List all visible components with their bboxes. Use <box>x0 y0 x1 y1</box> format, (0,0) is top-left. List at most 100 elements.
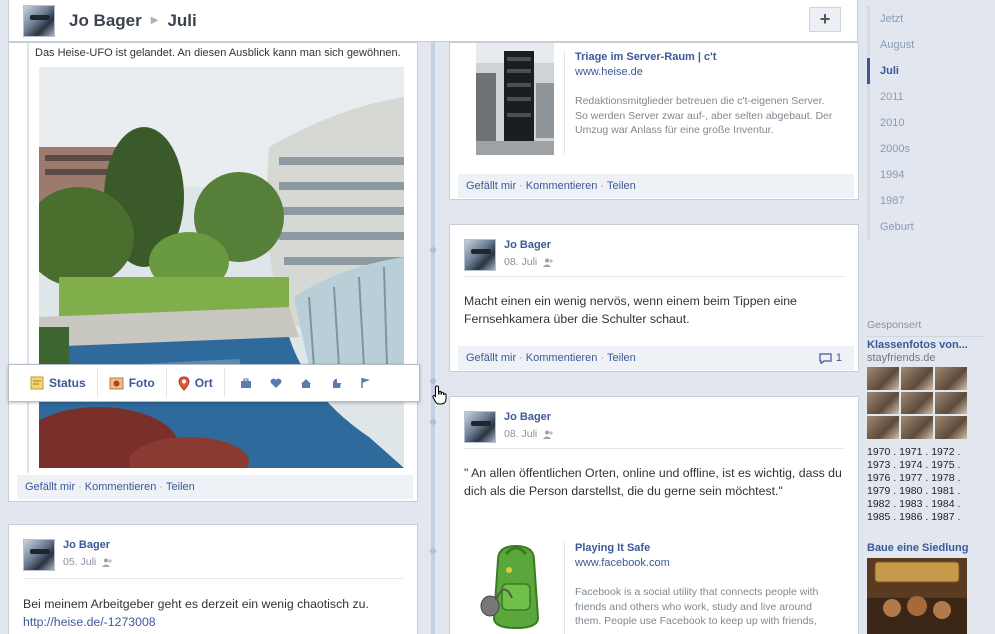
ort-label: Ort <box>194 376 213 390</box>
post-text: Bei meinem Arbeitgeber geht es derzeit e… <box>23 595 403 631</box>
ad-years-line: 1982 . 1983 . 1984 . <box>867 498 961 510</box>
separator: · <box>519 352 523 364</box>
timeline-nav-item[interactable]: 2000s <box>867 136 977 162</box>
thumb-icon[interactable] <box>321 377 351 389</box>
briefcase-icon[interactable] <box>231 378 261 389</box>
post-card-camera: Jo Bager 08. Juli Macht einen ein wenig … <box>449 224 859 372</box>
post-date-text: 08. Juli <box>504 256 538 268</box>
post-card-work: Jo Bager 05. Juli Bei meinem Arbeitgeber… <box>8 524 418 634</box>
divider <box>867 336 985 337</box>
share-post-card: Triage im Server-Raum | c't www.heise.de… <box>449 42 859 200</box>
timeline-nav-item-active[interactable]: Juli <box>867 58 977 84</box>
sponsored-label: Gesponsert <box>867 319 922 331</box>
ad-years-line: 1976 . 1977 . 1978 . <box>867 472 961 484</box>
ad-years[interactable]: 1970 . 1971 . 1972 . 1973 . 1974 . 1975 … <box>867 446 960 524</box>
timeline-nav-item[interactable]: Jetzt <box>867 6 977 32</box>
backpack-thumbnail[interactable] <box>476 540 554 634</box>
comment-count[interactable]: 1 <box>819 352 842 364</box>
share-description: Redaktionsmitglieder betreuen die c't-ei… <box>575 95 833 136</box>
timeline-header: Jo Bager ▶ Juli + <box>8 0 858 42</box>
location-pin-icon <box>178 375 190 391</box>
author-avatar[interactable] <box>464 239 496 271</box>
separator: · <box>600 352 605 364</box>
comment-bubble-icon <box>819 352 832 364</box>
post-date[interactable]: 08. Juli <box>504 256 554 268</box>
post-photo[interactable] <box>39 67 404 468</box>
timeline-nav-item[interactable]: 1987 <box>867 188 977 214</box>
share-link[interactable]: Teilen <box>607 180 636 192</box>
ad-years-line: 1985 . 1986 . 1987 . <box>867 511 961 523</box>
ad-url[interactable]: stayfriends.de <box>867 352 935 364</box>
photo-post-card: Das Heise-UFO ist gelandet. An diesen Au… <box>8 42 418 502</box>
ad-title[interactable]: Baue eine Siedlung <box>867 542 968 554</box>
ort-button[interactable]: Ort <box>167 369 225 397</box>
share-url[interactable]: www.heise.de <box>575 66 834 78</box>
timeline-nav-item[interactable]: 2010 <box>867 110 977 136</box>
share-thumbnail[interactable] <box>476 43 554 155</box>
status-button[interactable]: Status <box>19 369 98 397</box>
author-avatar[interactable] <box>464 411 496 443</box>
share-post-actions: Gefällt mir · Kommentieren · Teilen <box>458 174 854 198</box>
separator: · <box>519 180 523 192</box>
divider <box>27 43 29 473</box>
camera-post-actions: Gefällt mir · Kommentieren · Teilen 1 <box>458 346 854 370</box>
status-label: Status <box>49 376 86 390</box>
ad-years-line: 1973 . 1974 . 1975 . <box>867 459 961 471</box>
post-link[interactable]: http://heise.de/-1273008 <box>23 615 156 629</box>
timeline-dot <box>430 548 436 554</box>
ad-photo-grid[interactable] <box>867 367 967 439</box>
share-content: Triage im Server-Raum | c't www.heise.de… <box>564 51 834 155</box>
timeline-nav-item[interactable]: August <box>867 32 977 58</box>
timeline-nav-item[interactable]: 1994 <box>867 162 977 188</box>
separator: · <box>600 180 605 192</box>
post-date-text: 08. Juli <box>504 428 538 440</box>
author-avatar[interactable] <box>23 539 55 571</box>
timeline-publisher: Status Foto Ort <box>8 364 420 402</box>
link-description: Facebook is a social utility that connec… <box>575 586 819 627</box>
post-card-quote: Jo Bager 08. Juli " An allen öffentliche… <box>449 396 859 634</box>
ad-image[interactable] <box>867 558 967 634</box>
profile-name[interactable]: Jo Bager <box>69 11 142 31</box>
ad-years-line: 1979 . 1980 . 1981 . <box>867 485 961 497</box>
divider <box>23 578 403 579</box>
share-title[interactable]: Triage im Server-Raum | c't <box>575 51 834 63</box>
profile-avatar[interactable] <box>23 4 55 37</box>
flag-icon[interactable] <box>351 377 381 389</box>
divider <box>464 448 844 449</box>
friends-icon <box>543 258 553 267</box>
post-date[interactable]: 08. Juli <box>504 428 554 440</box>
post-date-text: 05. Juli <box>63 556 97 568</box>
ad-years-line: 1970 . 1971 . 1972 . <box>867 446 961 458</box>
friends-icon <box>543 430 553 439</box>
post-body: Bei meinem Arbeitgeber geht es derzeit e… <box>23 597 369 611</box>
share-link[interactable]: Teilen <box>607 352 636 364</box>
separator: · <box>159 481 164 493</box>
like-link[interactable]: Gefällt mir <box>25 481 75 493</box>
post-header: Jo Bager 08. Juli <box>464 239 554 271</box>
comment-link[interactable]: Kommentieren <box>85 481 157 493</box>
comment-link[interactable]: Kommentieren <box>526 352 598 364</box>
post-date[interactable]: 05. Juli <box>63 556 113 568</box>
like-link[interactable]: Gefällt mir <box>466 352 516 364</box>
comment-count-value: 1 <box>835 352 842 364</box>
author-name[interactable]: Jo Bager <box>504 411 554 423</box>
post-body: " An allen öffentlichen Orten, online un… <box>464 466 842 498</box>
ad-title[interactable]: Klassenfotos von... <box>867 339 968 351</box>
share-link[interactable]: Teilen <box>166 481 195 493</box>
home-icon[interactable] <box>291 378 321 389</box>
timeline-nav-item[interactable]: Geburt <box>867 214 977 240</box>
link-title[interactable]: Playing It Safe <box>575 542 834 554</box>
timeline-nav-item[interactable]: 2011 <box>867 84 977 110</box>
heart-icon[interactable] <box>261 378 291 389</box>
like-link[interactable]: Gefällt mir <box>466 180 516 192</box>
hand-cursor-icon <box>432 385 447 405</box>
link-url[interactable]: www.facebook.com <box>575 557 834 569</box>
add-button[interactable]: + <box>809 7 841 32</box>
divider <box>464 276 844 277</box>
author-name[interactable]: Jo Bager <box>504 239 554 251</box>
link-content: Playing It Safe www.facebook.com Faceboo… <box>564 542 834 634</box>
author-name[interactable]: Jo Bager <box>63 539 113 551</box>
comment-link[interactable]: Kommentieren <box>526 180 598 192</box>
foto-button[interactable]: Foto <box>98 369 167 397</box>
life-event-icons <box>231 377 381 389</box>
